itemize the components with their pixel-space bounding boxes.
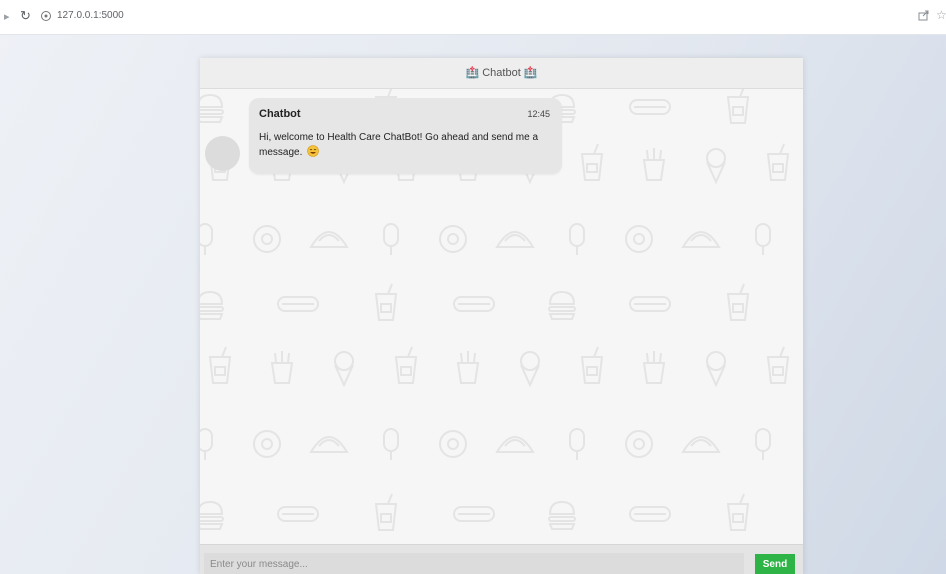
message-time: 12:45 (527, 109, 550, 119)
browser-toolbar: ▸ ↻ 127.0.0.1:5000 ☆ (0, 0, 946, 35)
bot-avatar (205, 136, 240, 171)
smiling-face-emoji-icon (307, 145, 319, 157)
site-info-icon[interactable] (40, 10, 52, 22)
bookmark-star-icon[interactable]: ☆ (936, 8, 946, 22)
share-icon[interactable] (917, 8, 931, 22)
message-text-container: Hi, welcome to Health Care ChatBot! Go a… (259, 131, 551, 160)
reload-icon[interactable]: ↻ (20, 8, 31, 24)
chat-window: 🏥 Chatbot 🏥 Chatbot 12:45 Hi, welcome to… (200, 58, 803, 574)
message-input[interactable] (204, 553, 744, 574)
message-input-area: Send (200, 544, 803, 574)
message-sender: Chatbot (259, 108, 301, 120)
hospital-icon: 🏥 (465, 67, 480, 79)
chat-title: Chatbot (482, 67, 521, 79)
chat-header: 🏥 Chatbot 🏥 (200, 58, 803, 89)
hospital-icon: 🏥 (523, 67, 538, 79)
message-bubble: Chatbot 12:45 Hi, welcome to Health Care… (249, 98, 562, 174)
send-button[interactable]: Send (755, 554, 795, 574)
address-bar-url[interactable]: 127.0.0.1:5000 (57, 10, 124, 21)
forward-icon[interactable]: ▸ (4, 10, 10, 23)
chat-messages-area[interactable]: Chatbot 12:45 Hi, welcome to Health Care… (200, 89, 803, 544)
message-text: Hi, welcome to Health Care ChatBot! Go a… (259, 132, 539, 158)
